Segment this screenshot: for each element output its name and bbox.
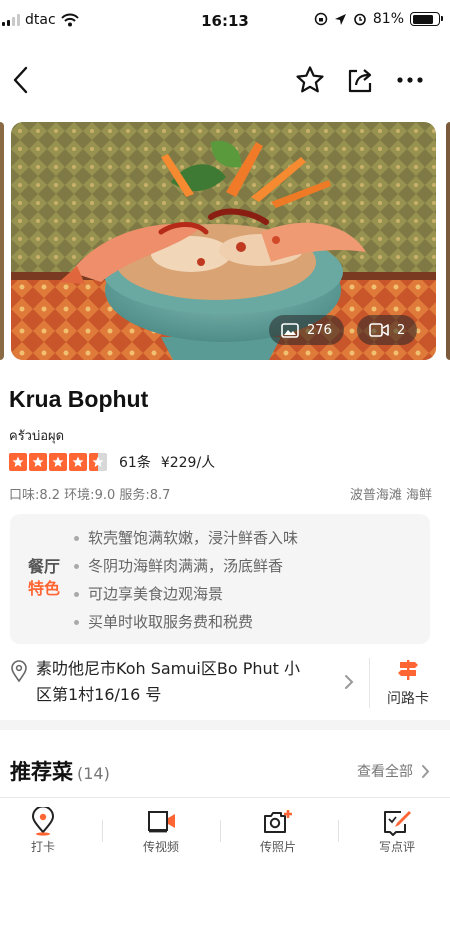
upload-photo-label: 传照片	[259, 840, 296, 854]
rating-half-star-icon	[89, 453, 107, 471]
highlight-item: 冬阴功海鲜肉满满，汤底鲜香	[72, 552, 298, 580]
photo-count-badge[interactable]: 276	[269, 315, 344, 345]
share-icon	[348, 69, 372, 93]
location-arrow-icon	[334, 13, 346, 25]
address-text[interactable]: 素叻他尼市Koh Samui区Bo Phut 小区第1村16/16 号	[36, 656, 306, 708]
location-pin-icon	[11, 660, 27, 682]
highlight-item: 软壳蟹饱满软嫩，浸汁鲜香入味	[72, 524, 298, 552]
write-review-icon	[384, 811, 411, 836]
next-photo-peek[interactable]	[446, 122, 450, 360]
rating-star-icon	[9, 453, 27, 471]
address-row[interactable]: 素叻他尼市Koh Samui区Bo Phut 小区第1村16/16 号 问路卡	[0, 654, 450, 712]
recommended-count: (14)	[77, 764, 110, 783]
bottom-action-bar: 打卡 传视频 传照片 写点评	[0, 797, 450, 861]
check-in-button[interactable]: 打卡	[0, 806, 93, 855]
star-outline-icon	[296, 66, 324, 93]
highlight-item: 可边享美食边观海景	[72, 580, 298, 608]
upload-video-button[interactable]: 传视频	[111, 806, 211, 855]
divider	[338, 820, 339, 842]
status-icons: 81%	[314, 11, 443, 27]
rating-star-icon	[69, 453, 87, 471]
upload-video-label: 传视频	[142, 840, 179, 854]
battery-percent: 81%	[372, 11, 404, 27]
rating-star-icon	[29, 453, 47, 471]
highlights-label: 餐厅 特色	[27, 557, 60, 598]
direction-card-button[interactable]: 问路卡	[374, 658, 442, 708]
chevron-right-icon	[422, 764, 430, 778]
restaurant-thai-name: ครัวบ่อผุด	[9, 429, 65, 444]
rotation-lock-icon	[314, 12, 328, 26]
recommended-dishes-title: 推荐菜 (14)	[10, 760, 110, 784]
share-button[interactable]	[342, 62, 378, 98]
signpost-icon	[398, 660, 418, 680]
nav-bar	[0, 56, 450, 106]
upload-photo-button[interactable]: 传照片	[228, 806, 328, 855]
area-cuisine-tags[interactable]: 波普海滩 海鲜	[350, 484, 432, 503]
rating-row[interactable]: 61条 ¥229/人	[9, 452, 215, 472]
favorite-button[interactable]	[292, 62, 328, 98]
highlight-item: 买单时收取服务费和税费	[72, 608, 298, 636]
previous-photo-peek[interactable]	[0, 122, 4, 360]
location-pin-icon	[31, 807, 55, 836]
alarm-icon	[354, 13, 366, 26]
photo-count: 276	[307, 322, 332, 338]
write-review-button[interactable]: 写点评	[347, 806, 447, 855]
restaurant-highlights: 餐厅 特色 软壳蟹饱满软嫩，浸汁鲜香入味 冬阴功海鲜肉满满，汤底鲜香 可边享美食…	[10, 514, 430, 644]
photo-icon	[281, 322, 299, 338]
average-price: ¥229/人	[160, 455, 216, 471]
check-in-label: 打卡	[30, 840, 55, 854]
rating-star-icon	[49, 453, 67, 471]
direction-card-label: 问路卡	[387, 691, 429, 707]
chevron-right-icon	[345, 675, 354, 689]
more-dots-icon	[397, 77, 423, 83]
video-icon	[369, 323, 389, 337]
more-button[interactable]	[392, 62, 428, 98]
write-review-label: 写点评	[378, 840, 415, 854]
section-divider	[0, 720, 450, 730]
video-count-badge[interactable]: 2	[357, 315, 418, 345]
back-arrow-icon	[13, 66, 28, 94]
upload-video-icon	[148, 811, 175, 833]
see-all-label: 查看全部	[357, 764, 413, 780]
review-count: 61条	[119, 455, 151, 471]
status-bar: dtac 16:13 81%	[0, 0, 450, 36]
video-count: 2	[397, 322, 406, 338]
sub-scores: 口味:8.2 环境:9.0 服务:8.7	[9, 488, 171, 503]
see-all-button[interactable]: 查看全部	[357, 761, 430, 781]
divider	[102, 820, 103, 842]
highlights-list: 软壳蟹饱满软嫩，浸汁鲜香入味 冬阴功海鲜肉满满，汤底鲜香 可边享美食边观海景 买…	[72, 524, 298, 636]
battery-icon	[410, 12, 443, 26]
divider	[369, 658, 370, 708]
back-button[interactable]	[2, 62, 38, 98]
restaurant-name: Krua Bophut	[9, 386, 149, 412]
divider	[220, 820, 221, 842]
upload-photo-icon	[264, 810, 292, 833]
